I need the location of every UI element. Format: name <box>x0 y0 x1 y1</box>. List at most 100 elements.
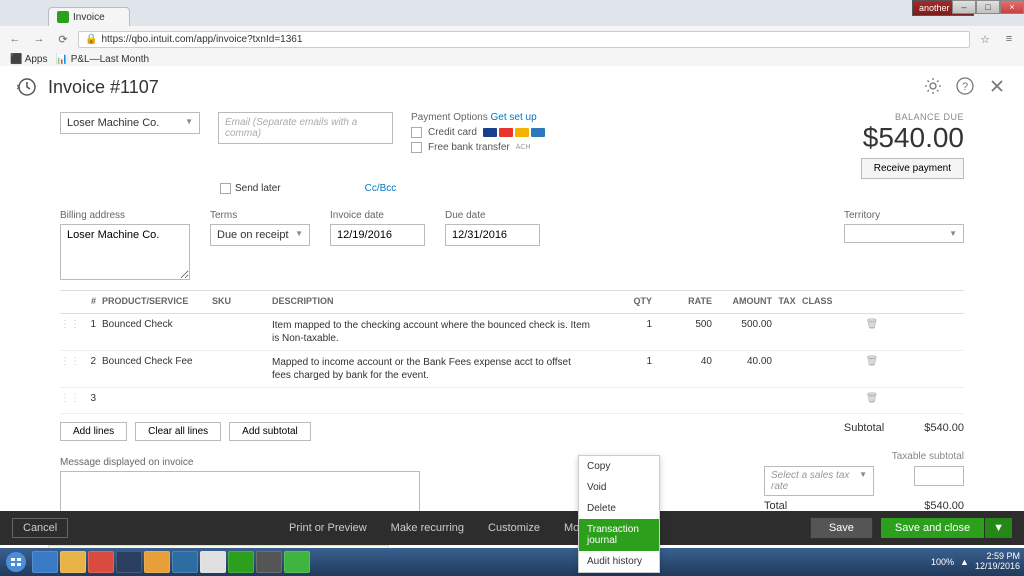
close-icon[interactable] <box>988 77 1008 97</box>
delete-row-icon[interactable]: 🗑 <box>862 319 882 330</box>
menu-icon[interactable]: ≡ <box>1000 30 1018 48</box>
customer-dropdown[interactable]: Loser Machine Co.▼ <box>60 112 200 134</box>
taskbar-item[interactable] <box>88 551 114 573</box>
tab-favicon <box>57 11 69 23</box>
credit-card-label: Credit card <box>428 127 477 138</box>
more-menu: Copy Void Delete Transaction journal Aud… <box>578 455 660 573</box>
taxable-subtotal-label: Taxable subtotal <box>892 451 964 462</box>
sales-tax-dropdown[interactable]: Select a sales tax rate▼ <box>764 466 874 496</box>
browser-chrome: Invoice ← → ⟳ 🔒 https://qbo.intuit.com/a… <box>0 0 1024 52</box>
taskbar-item[interactable] <box>144 551 170 573</box>
territory-dropdown[interactable]: ▼ <box>844 224 964 243</box>
ach-badge: ACH <box>516 144 531 151</box>
print-preview-link[interactable]: Print or Preview <box>289 522 367 534</box>
terms-dropdown[interactable]: Due on receipt▼ <box>210 224 310 246</box>
pl-bookmark[interactable]: 📊 P&L—Last Month <box>55 54 149 65</box>
system-clock[interactable]: 2:59 PM 12/19/2016 <box>975 552 1020 572</box>
more-copy[interactable]: Copy <box>579 456 659 477</box>
customize-link[interactable]: Customize <box>488 522 540 534</box>
browser-tab[interactable]: Invoice <box>48 7 130 26</box>
invoice-date-label: Invoice date <box>330 210 425 221</box>
invoice-date-input[interactable] <box>330 224 425 246</box>
send-later-checkbox[interactable] <box>220 183 231 194</box>
due-date-label: Due date <box>445 210 540 221</box>
due-date-input[interactable] <box>445 224 540 246</box>
bookmarks-bar: ⬛ Apps 📊 P&L—Last Month <box>0 52 1024 66</box>
tax-amount-input[interactable] <box>914 466 964 486</box>
balance-due-amount: $540.00 <box>861 122 964 154</box>
bank-transfer-checkbox[interactable] <box>411 142 422 153</box>
back-button[interactable]: ← <box>6 30 24 48</box>
col-rate: RATE <box>652 296 712 308</box>
windows-taskbar: 100% ▲ 2:59 PM 12/19/2016 <box>0 548 1024 576</box>
col-amount: AMOUNT <box>712 296 772 308</box>
billing-address-input[interactable]: Loser Machine Co. <box>60 224 190 280</box>
tray-icon[interactable]: ▲ <box>960 557 969 567</box>
taskbar-item[interactable] <box>256 551 282 573</box>
network-indicator[interactable]: 100% <box>931 557 954 567</box>
more-delete[interactable]: Delete <box>579 498 659 519</box>
table-row[interactable]: ⋮⋮ 2 Bounced Check Fee Mapped to income … <box>60 351 964 388</box>
billing-address-label: Billing address <box>60 210 190 221</box>
credit-card-checkbox[interactable] <box>411 127 422 138</box>
url-text: https://qbo.intuit.com/app/invoice?txnId… <box>101 34 302 45</box>
territory-label: Territory <box>844 210 964 221</box>
drag-handle-icon[interactable]: ⋮⋮ <box>60 356 80 367</box>
window-controls: – □ × <box>952 0 1024 14</box>
add-lines-button[interactable]: Add lines <box>60 422 127 441</box>
chevron-down-icon: ▼ <box>185 117 193 129</box>
help-icon[interactable]: ? <box>956 77 976 97</box>
terms-label: Terms <box>210 210 310 221</box>
save-button[interactable]: Save <box>810 517 873 539</box>
more-audit-history[interactable]: Audit history <box>579 551 659 572</box>
taskbar-item[interactable] <box>200 551 226 573</box>
delete-row-icon[interactable]: 🗑 <box>862 393 882 404</box>
history-icon[interactable] <box>16 76 38 98</box>
send-later-label: Send later <box>235 183 281 194</box>
receive-payment-button[interactable]: Receive payment <box>861 158 964 179</box>
lock-icon: 🔒 <box>85 34 97 45</box>
tab-title: Invoice <box>73 12 105 23</box>
address-bar[interactable]: 🔒 https://qbo.intuit.com/app/invoice?txn… <box>78 31 970 48</box>
email-input[interactable]: Email (Separate emails with a comma) <box>218 112 393 144</box>
gear-icon[interactable] <box>924 77 944 97</box>
line-items-table: # PRODUCT/SERVICE SKU DESCRIPTION QTY RA… <box>60 290 964 414</box>
bank-transfer-label: Free bank transfer <box>428 142 510 153</box>
apps-bookmark[interactable]: ⬛ Apps <box>10 54 47 65</box>
reload-button[interactable]: ⟳ <box>54 30 72 48</box>
subtotal-value: $540.00 <box>924 422 964 434</box>
taskbar-item[interactable] <box>284 551 310 573</box>
star-icon[interactable]: ☆ <box>976 30 994 48</box>
taskbar-item[interactable] <box>172 551 198 573</box>
more-transaction-journal[interactable]: Transaction journal <box>579 519 659 551</box>
forward-button[interactable]: → <box>30 30 48 48</box>
get-setup-link[interactable]: Get set up <box>491 112 537 123</box>
svg-text:?: ? <box>962 81 968 93</box>
taskbar-item[interactable] <box>116 551 142 573</box>
taskbar-item[interactable] <box>228 551 254 573</box>
action-bar: Cancel Print or Preview Make recurring C… <box>0 511 1024 545</box>
window-close-button[interactable]: × <box>1000 0 1024 14</box>
make-recurring-link[interactable]: Make recurring <box>391 522 464 534</box>
more-void[interactable]: Void <box>579 477 659 498</box>
subtotal-label: Subtotal <box>844 422 884 434</box>
table-row[interactable]: ⋮⋮ 3 🗑 <box>60 388 964 414</box>
save-dropdown-button[interactable]: ▼ <box>985 518 1012 538</box>
cancel-button[interactable]: Cancel <box>12 518 68 538</box>
save-and-close-button[interactable]: Save and close <box>881 518 984 538</box>
minimize-button[interactable]: – <box>952 0 976 14</box>
clear-lines-button[interactable]: Clear all lines <box>135 422 221 441</box>
add-subtotal-button[interactable]: Add subtotal <box>229 422 311 441</box>
delete-row-icon[interactable]: 🗑 <box>862 356 882 367</box>
card-brand-icons <box>483 128 545 137</box>
start-button[interactable] <box>0 548 32 576</box>
ccbcc-link[interactable]: Cc/Bcc <box>365 183 397 194</box>
maximize-button[interactable]: □ <box>976 0 1000 14</box>
taskbar-item[interactable] <box>60 551 86 573</box>
drag-handle-icon[interactable]: ⋮⋮ <box>60 393 80 404</box>
table-row[interactable]: ⋮⋮ 1 Bounced Check Item mapped to the ch… <box>60 314 964 351</box>
col-class: CLASS <box>802 296 862 308</box>
drag-handle-icon[interactable]: ⋮⋮ <box>60 319 80 330</box>
col-qty: QTY <box>602 296 652 308</box>
taskbar-item[interactable] <box>32 551 58 573</box>
